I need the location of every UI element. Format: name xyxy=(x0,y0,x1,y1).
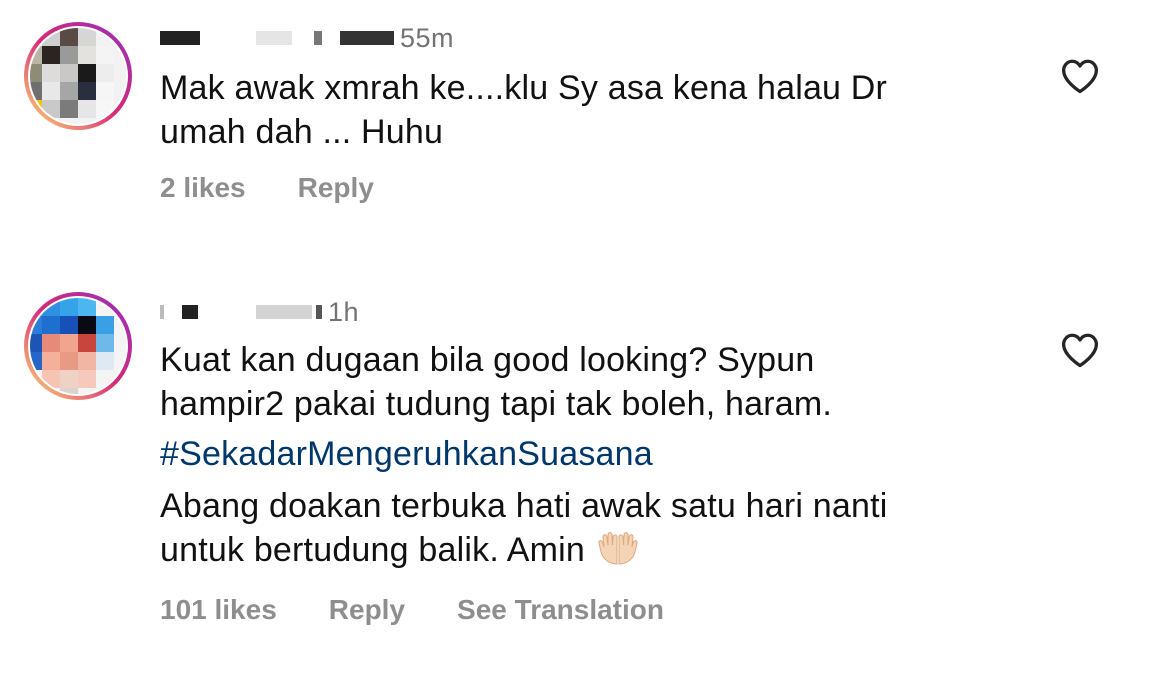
comment-time: 55m xyxy=(400,22,455,53)
redacted-username xyxy=(314,31,322,45)
redacted-username xyxy=(316,305,322,319)
reply-button[interactable]: Reply xyxy=(329,594,405,626)
hashtag-link[interactable]: #SekadarMengeruhkanSuasana xyxy=(160,432,1040,476)
comment-line: Mak awak xmrah ke....klu Sy asa kena hal… xyxy=(160,69,888,107)
avatar-pixelated-image xyxy=(24,292,132,400)
open-hands-emoji xyxy=(595,531,641,578)
avatar[interactable] xyxy=(24,22,132,130)
redacted-username[interactable] xyxy=(160,31,200,45)
reply-button[interactable]: Reply xyxy=(298,172,374,204)
comment-line: Kuat kan dugaan bila good looking? Sypun xyxy=(160,341,815,379)
redacted-username[interactable] xyxy=(182,305,198,319)
comment-line: untuk bertudung balik. Amin xyxy=(160,528,1040,578)
avatar[interactable] xyxy=(24,292,132,400)
comment-line: Abang doakan terbuka hati awak satu hari… xyxy=(160,487,888,525)
likes-count[interactable]: 2 likes xyxy=(160,172,246,204)
comment-line-text: untuk bertudung balik. Amin xyxy=(160,531,586,569)
comment-text: Mak awak xmrah ke....klu Sy asa kena hal… xyxy=(160,66,1040,154)
comment-meta: 1h xyxy=(160,296,359,328)
heart-outline-icon[interactable] xyxy=(1060,332,1100,368)
comments-panel: 55m Mak awak xmrah ke....klu Sy asa kena… xyxy=(0,0,1170,678)
avatar-pixelated-image xyxy=(24,22,132,130)
heart-outline-icon[interactable] xyxy=(1060,58,1100,94)
comment-meta: 55m xyxy=(160,22,454,54)
likes-count[interactable]: 101 likes xyxy=(160,594,277,626)
comment-time: 1h xyxy=(328,296,360,327)
comment-line: hampir2 pakai tudung tapi tak boleh, har… xyxy=(160,385,833,423)
comment-line: umah dah ... Huhu xyxy=(160,113,444,151)
see-translation-button[interactable]: See Translation xyxy=(457,594,664,626)
comment-text: Kuat kan dugaan bila good looking? Sypun… xyxy=(160,338,1040,578)
redacted-username xyxy=(256,305,312,319)
redacted-username xyxy=(256,31,292,45)
comment-actions: 2 likes Reply xyxy=(160,172,426,204)
comment-actions: 101 likes Reply See Translation xyxy=(160,594,716,626)
redacted-username xyxy=(160,305,164,319)
redacted-username xyxy=(340,31,394,45)
